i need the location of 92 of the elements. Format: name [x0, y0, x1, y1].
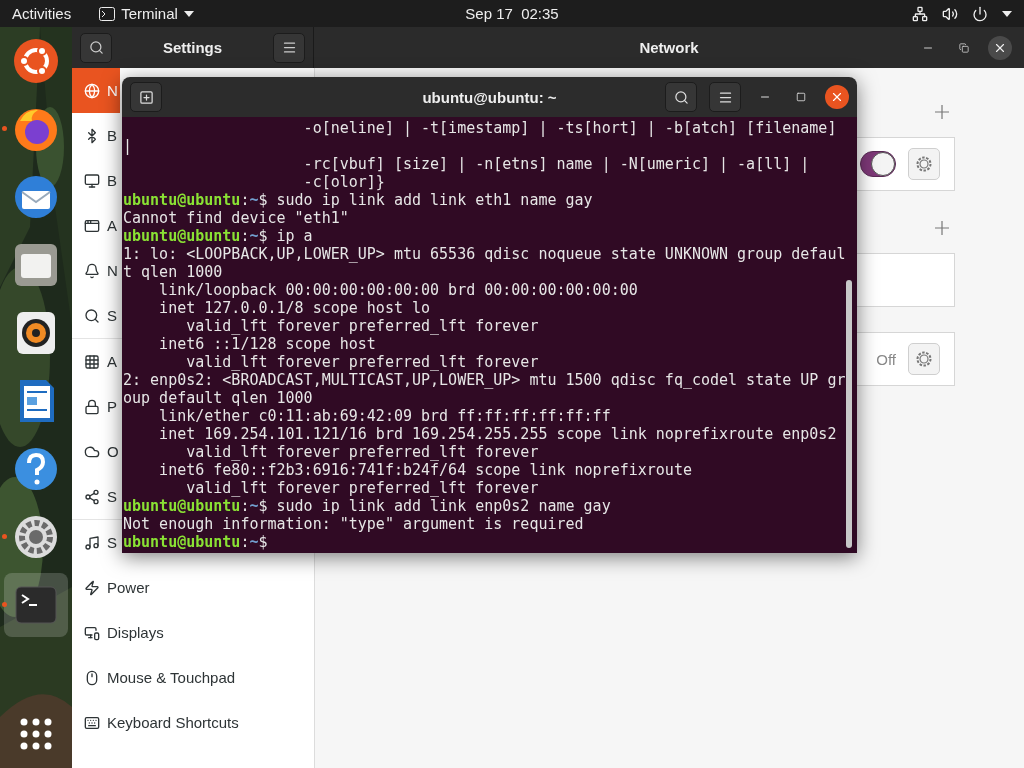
sidebar-item[interactable]: Power: [72, 565, 152, 610]
menu-button[interactable]: [273, 32, 305, 63]
menu-icon: [717, 89, 733, 105]
terminal-line: -rc[vbuf] [size] | -n[etns] name | -N[umeric] | -a[ll] |: [302, 155, 811, 173]
terminal-line: oup default qlen 1000: [123, 389, 314, 407]
caret-icon[interactable]: [1002, 10, 1012, 17]
window-title: Network: [639, 39, 699, 56]
terminal-line: ubuntu@ubuntu:~$: [123, 533, 269, 551]
sidebar-item[interactable]: S: [72, 474, 119, 519]
menu-button[interactable]: [709, 82, 741, 112]
circle-of-friends-icon: [12, 37, 60, 85]
terminal-line: inet 127.0.0.1/8 scope host lo: [158, 299, 432, 317]
keyboard-icon: [84, 714, 100, 731]
toggle-switch[interactable]: [860, 151, 896, 177]
terminal-line: -c[olor]}: [302, 173, 386, 191]
new-tab-button[interactable]: [130, 82, 162, 112]
sidebar-item[interactable]: P: [72, 384, 119, 429]
menu-icon: [281, 40, 297, 55]
grid-icon: [84, 353, 100, 370]
volume-icon[interactable]: [942, 5, 958, 22]
power-icon[interactable]: [972, 5, 988, 22]
sidebar-item[interactable]: A: [72, 203, 119, 248]
sidebar-item[interactable]: B: [72, 158, 119, 203]
terminal-line: 2: enp0s2: <BROADCAST,MULTICAST,UP,LOWER_UP> mtu 1500 qdisc fq_codel state UP gr: [123, 371, 847, 389]
monitor-icon: [84, 172, 100, 189]
settings-button[interactable]: [908, 148, 940, 180]
terminal-line: ubuntu@ubuntu:~$ ip a: [123, 227, 314, 245]
settings-button[interactable]: [908, 343, 940, 375]
restore-icon: [959, 42, 969, 53]
terminal-line: ubuntu@ubuntu:~$ sudo ip link add link enp0s2 name gay: [123, 497, 612, 515]
mouse-icon: [84, 669, 100, 686]
terminal-line: inet6 ::1/128 scope host: [158, 335, 377, 353]
share-icon: [84, 488, 100, 505]
terminal-line: ubuntu@ubuntu:~$ sudo ip link add link eth1 name gay: [123, 191, 594, 209]
envelope-icon: [12, 173, 60, 221]
terminal-line: inet 169.254.101.121/16 brd 169.254.255.255 scope link noprefixroute enp0s2: [158, 425, 838, 443]
search-icon: [84, 307, 100, 324]
terminal-line: 1: lo: <LOOPBACK,UP,LOWER_UP> mtu 65536 qdisc noqueue state UNKNOWN group defaul: [123, 245, 847, 263]
display-icon: [84, 624, 100, 641]
terminal-icon: [99, 6, 116, 21]
terminal-line: link/loopback 00:00:00:00:00:00 brd 00:00:00:00:00:00: [158, 281, 639, 299]
search-icon: [88, 40, 104, 55]
scrollbar[interactable]: [846, 280, 852, 548]
sidebar-title: Settings: [162, 39, 223, 56]
terminal-line: -o[neline] | -t[imestamp] | -ts[hort] | -b[atch] [filename]: [302, 119, 838, 137]
sidebar-item[interactable]: N: [72, 68, 120, 113]
gear-icon: [12, 513, 60, 561]
terminal-line: valid_lft forever preferred_lft forever: [185, 317, 540, 335]
apps-grid-icon[interactable]: [20, 718, 52, 750]
question-mark-icon: [12, 445, 60, 493]
status-text: Off: [876, 350, 896, 368]
sidebar-item[interactable]: Mouse & Touchpad: [72, 655, 238, 700]
sidebar-item[interactable]: Displays: [72, 610, 166, 655]
lock-icon: [84, 398, 100, 415]
terminal-line: Not enough information: "type" argument is required: [123, 515, 585, 533]
folder-icon: [12, 241, 60, 289]
network-icon[interactable]: [912, 5, 928, 22]
sidebar-item[interactable]: B: [72, 113, 119, 158]
search-button[interactable]: [80, 32, 112, 63]
sidebar-item[interactable]: S: [72, 520, 119, 565]
terminal-line: link/ether c0:11:ab:69:42:09 brd ff:ff:ff:ff:ff:ff: [158, 407, 612, 425]
close-button[interactable]: [825, 85, 849, 109]
terminal-line: valid_lft forever preferred_lft forever: [185, 353, 540, 371]
caret-icon: [183, 10, 194, 17]
window-icon: [84, 217, 100, 234]
maximize-icon: [796, 92, 806, 102]
terminal-line: valid_lft forever preferred_lft forever: [185, 443, 540, 461]
activities-button[interactable]: Activities: [12, 5, 72, 22]
sidebar-item[interactable]: S: [72, 293, 119, 338]
settings-icon: [915, 155, 933, 173]
sidebar-item[interactable]: A: [72, 339, 119, 384]
sidebar-item[interactable]: O: [72, 429, 121, 474]
sidebar-item[interactable]: N: [72, 248, 120, 293]
terminal-line: t qlen 1000: [123, 263, 224, 281]
settings-icon: [915, 350, 933, 368]
bell-icon: [84, 262, 100, 279]
close-button[interactable]: [988, 35, 1012, 60]
sidebar-item[interactable]: Keyboard Shortcuts: [72, 700, 241, 745]
terminal-line: valid_lft forever preferred_lft forever: [185, 479, 540, 497]
terminal-line: |: [123, 137, 134, 155]
window-title: ubuntu@ubuntu: ~: [422, 88, 557, 106]
search-button[interactable]: [665, 82, 697, 112]
lightning-icon: [84, 579, 100, 596]
search-icon: [673, 89, 689, 105]
terminal-line: Cannot find device "eth1": [123, 209, 350, 227]
new-tab-icon: [138, 89, 154, 105]
close-icon: [830, 90, 844, 104]
clock[interactable]: Sep 17 02:35: [465, 5, 559, 22]
music-note-icon: [84, 534, 100, 551]
terminal-line: inet6 fe80::f2b3:6916:741f:b24f/64 scope link noprefixroute: [158, 461, 693, 479]
app-menu[interactable]: Terminal: [99, 5, 194, 22]
globe-icon: [84, 82, 100, 99]
